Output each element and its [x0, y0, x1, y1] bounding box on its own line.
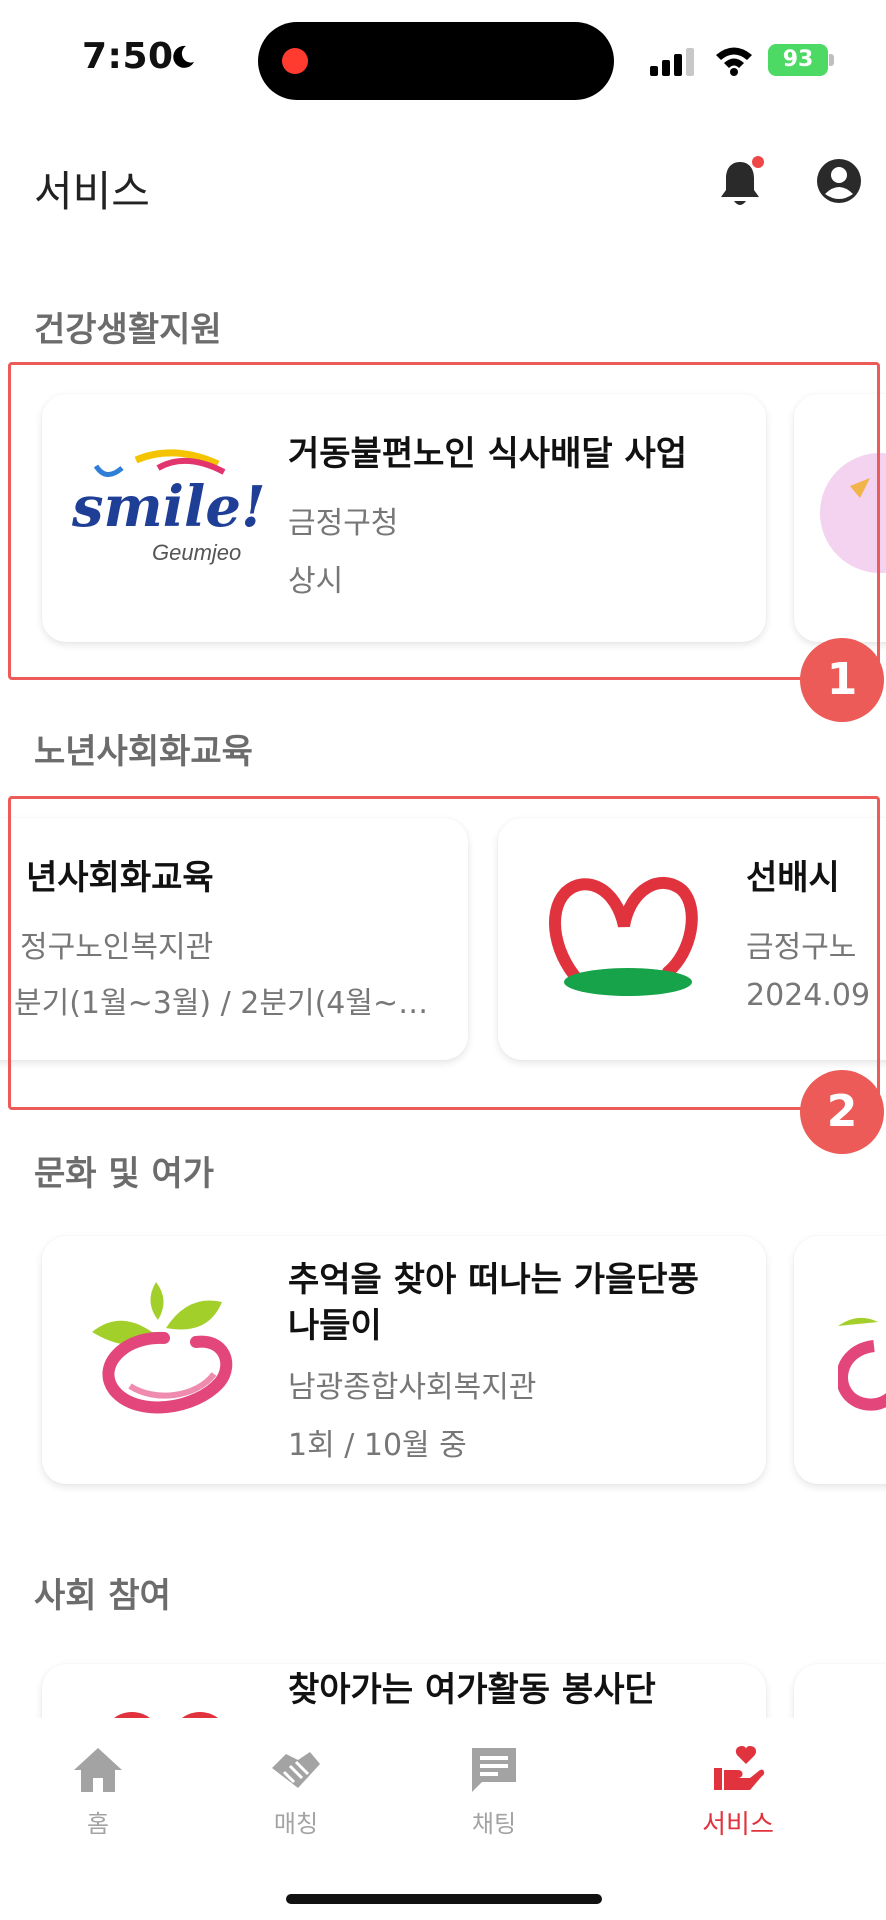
chat-icon [472, 1748, 516, 1792]
partial-logo-icon [838, 1317, 886, 1411]
nav-label-chat: 채팅 [471, 1810, 517, 1838]
heart-hand-icon [714, 1746, 765, 1790]
annotation-badge-2: 2 [800, 1070, 884, 1154]
service-card-next-peek-culture[interactable] [794, 1236, 886, 1484]
partial-logo-icon [114, 1712, 218, 1718]
service-card-autumn-trip[interactable]: 추억을 찾아 떠나는 가을단풍 나들이 남광종합사회복지관 1회 / 10월 중 [42, 1236, 766, 1484]
card-title-line1: 추억을 찾아 떠나는 가을단풍 [288, 1260, 699, 1300]
nav-item-service[interactable]: 서비스 [668, 1742, 808, 1852]
bottom-navigation: 홈 매칭 채팅 서비스 [0, 1718, 886, 1920]
carousel-social[interactable]: 찾아가는 여가활동 봉사단 [0, 1650, 886, 1718]
carousel-culture[interactable]: 추억을 찾아 떠나는 가을단풍 나들이 남광종합사회복지관 1회 / 10월 중 [0, 1228, 886, 1494]
annotation-box-2 [8, 796, 880, 1110]
handshake-icon [272, 1752, 320, 1788]
dynamic-island [258, 22, 614, 100]
moon-icon [173, 45, 194, 68]
recording-dot-icon [282, 48, 308, 74]
battery-tip [829, 54, 834, 66]
section-title-culture: 문화 및 여가 [34, 1154, 215, 1194]
nav-item-matching[interactable]: 매칭 [226, 1742, 366, 1852]
annotation-box-1 [8, 362, 880, 680]
cellular-signal-icon [650, 48, 694, 76]
app-header: 서비스 [0, 140, 886, 230]
profile-icon[interactable] [816, 158, 862, 204]
wifi-icon [716, 47, 752, 76]
battery-level: 93 [768, 44, 828, 76]
status-time: 7:50 [82, 36, 174, 77]
card-title: 찾아가는 여가활동 봉사단 [288, 1670, 656, 1710]
service-card-volunteer[interactable]: 찾아가는 여가활동 봉사단 [42, 1664, 766, 1718]
section-title-social: 사회 참여 [34, 1576, 171, 1616]
battery-indicator: 93 [768, 44, 834, 76]
nav-item-home[interactable]: 홈 [28, 1742, 168, 1852]
home-indicator [286, 1894, 602, 1904]
status-bar: 7:50 93 [0, 0, 886, 110]
service-card-next-peek-social[interactable] [794, 1664, 886, 1718]
section-title-health: 건강생활지원 [34, 310, 222, 350]
sprout-heart-logo-icon [92, 1282, 233, 1414]
card-org: 남광종합사회복지관 [288, 1370, 537, 1405]
card-title-line2: 나들이 [288, 1306, 382, 1346]
nav-label-service: 서비스 [702, 1810, 774, 1840]
notification-dot [752, 156, 764, 168]
nav-label-home: 홈 [86, 1810, 110, 1838]
nav-item-chat[interactable]: 채팅 [424, 1742, 564, 1852]
annotation-badge-1: 1 [800, 638, 884, 722]
nav-label-matching: 매칭 [273, 1810, 319, 1838]
page-title: 서비스 [34, 167, 150, 216]
home-icon [74, 1748, 122, 1792]
card-period: 1회 / 10월 중 [288, 1428, 467, 1463]
section-title-education: 노년사회화교육 [34, 732, 253, 772]
